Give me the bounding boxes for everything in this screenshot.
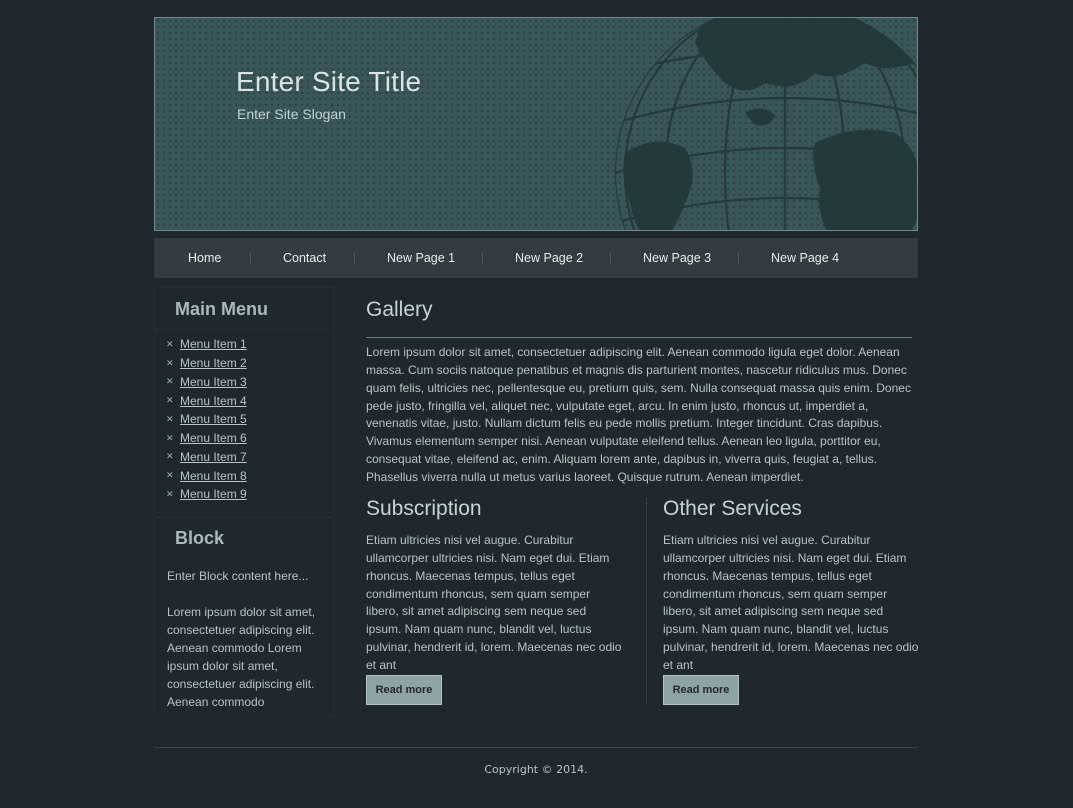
menu-item-link-1[interactable]: Menu Item 1 [180, 337, 247, 351]
column-divider [646, 498, 648, 704]
main-navigation: Home Contact New Page 1 New Page 2 New P… [154, 238, 918, 278]
bullet-icon: ✕ [166, 413, 174, 424]
gallery-text: Lorem ipsum dolor sit amet, consectetuer… [366, 345, 911, 484]
menu-item: ✕ Menu Item 5 [166, 410, 247, 429]
footer-divider [154, 747, 918, 748]
block-content: Lorem ipsum dolor sit amet, consectetuer… [167, 605, 316, 709]
main-menu-divider [155, 329, 331, 330]
nav-item-new-page-3[interactable]: New Page 3 [643, 238, 711, 278]
site-header: Enter Site Title Enter Site Slogan [154, 17, 918, 231]
nav-item-contact[interactable]: Contact [283, 238, 326, 278]
subscription-read-more-button[interactable]: Read more [366, 675, 442, 705]
bullet-icon: ✕ [166, 357, 174, 368]
bullet-icon: ✕ [166, 432, 174, 443]
nav-item-new-page-1[interactable]: New Page 1 [387, 238, 455, 278]
bullet-icon: ✕ [166, 338, 174, 349]
menu-item: ✕ Menu Item 7 [166, 448, 247, 467]
menu-item-link-2[interactable]: Menu Item 2 [180, 356, 247, 370]
block-intro: Enter Block content here... [167, 569, 309, 583]
bullet-icon: ✕ [166, 395, 174, 406]
bullet-icon: ✕ [166, 488, 174, 499]
site-slogan: Enter Site Slogan [237, 106, 346, 122]
nav-item-home[interactable]: Home [188, 238, 221, 278]
nav-item-new-page-2[interactable]: New Page 2 [515, 238, 583, 278]
bullet-icon: ✕ [166, 451, 174, 462]
subscription-heading: Subscription [366, 497, 482, 520]
bullet-icon: ✕ [166, 470, 174, 481]
menu-item: ✕ Menu Item 2 [166, 354, 247, 373]
nav-separator [250, 251, 251, 265]
menu-item-link-7[interactable]: Menu Item 7 [180, 450, 247, 464]
menu-item: ✕ Menu Item 8 [166, 466, 247, 485]
menu-item-link-3[interactable]: Menu Item 3 [180, 375, 247, 389]
nav-separator [738, 251, 739, 265]
menu-item: ✕ Menu Item 4 [166, 391, 247, 410]
menu-item-link-8[interactable]: Menu Item 8 [180, 469, 247, 483]
menu-item: ✕ Menu Item 6 [166, 429, 247, 448]
menu-item: ✕ Menu Item 1 [166, 335, 247, 354]
gallery-divider [366, 337, 912, 338]
subscription-text: Etiam ultricies nisi vel augue. Curabitu… [366, 533, 622, 672]
nav-separator [482, 251, 483, 265]
globe-graphic [615, 18, 917, 230]
menu-item: ✕ Menu Item 3 [166, 373, 247, 392]
menu-item-link-6[interactable]: Menu Item 6 [180, 431, 247, 445]
bullet-icon: ✕ [166, 376, 174, 387]
main-menu-heading: Main Menu [175, 299, 268, 319]
menu-item: ✕ Menu Item 9 [166, 485, 247, 504]
main-menu-list: ✕ Menu Item 1 ✕ Menu Item 2 ✕ Menu Item 3 ✕… [166, 335, 247, 504]
gallery-heading: Gallery [366, 298, 433, 321]
copyright-text: Copyright © 2014. [484, 763, 588, 776]
site-title[interactable]: Enter Site Title [236, 66, 421, 98]
menu-item-link-5[interactable]: Menu Item 5 [180, 412, 247, 426]
menu-item-link-4[interactable]: Menu Item 4 [180, 394, 247, 408]
services-text: Etiam ultricies nisi vel augue. Curabitu… [663, 533, 919, 672]
services-heading: Other Services [663, 497, 802, 520]
nav-item-new-page-4[interactable]: New Page 4 [771, 238, 839, 278]
block-heading: Block [175, 528, 225, 548]
nav-separator [610, 251, 611, 265]
menu-item-link-9[interactable]: Menu Item 9 [180, 487, 247, 501]
services-read-more-button[interactable]: Read more [663, 675, 739, 705]
nav-separator [354, 251, 355, 265]
